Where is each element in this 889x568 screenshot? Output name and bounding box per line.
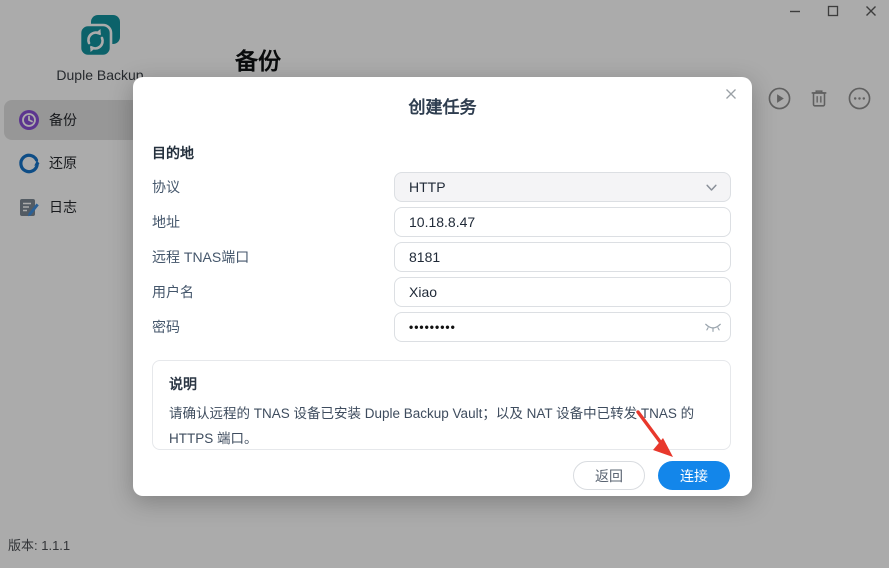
eye-closed-icon xyxy=(705,323,721,332)
destination-section-title: 目的地 xyxy=(152,145,194,161)
app-window: Duple Backup 备份 还原 日志 版本: 1.1.1 备份 创建任务 … xyxy=(0,0,889,568)
chevron-down-icon xyxy=(706,184,717,191)
note-body: 请确认远程的 TNAS 设备已安装 Duple Backup Vault；以及 … xyxy=(169,406,695,446)
username-label: 用户名 xyxy=(152,284,194,300)
note-title: 说明 xyxy=(169,376,197,392)
toggle-password-visibility-button[interactable] xyxy=(696,313,730,341)
create-task-dialog: 创建任务 目的地 协议 HTTP 地址 远程 TNAS端口 用户名 密码 xyxy=(133,77,752,496)
address-input[interactable] xyxy=(394,207,731,237)
password-input[interactable] xyxy=(395,320,696,334)
password-label: 密码 xyxy=(152,319,180,335)
back-button[interactable]: 返回 xyxy=(573,461,645,490)
note-box: 说明 请确认远程的 TNAS 设备已安装 Duple Backup Vault；… xyxy=(152,360,731,450)
dialog-title: 创建任务 xyxy=(408,98,477,117)
password-field xyxy=(394,312,731,342)
address-label: 地址 xyxy=(152,214,180,230)
port-input[interactable] xyxy=(394,242,731,272)
connect-button[interactable]: 连接 xyxy=(658,461,730,490)
port-label: 远程 TNAS端口 xyxy=(152,249,250,265)
protocol-label: 协议 xyxy=(152,179,180,195)
username-input[interactable] xyxy=(394,277,731,307)
protocol-value: HTTP xyxy=(409,179,446,195)
protocol-select[interactable]: HTTP xyxy=(394,172,731,202)
